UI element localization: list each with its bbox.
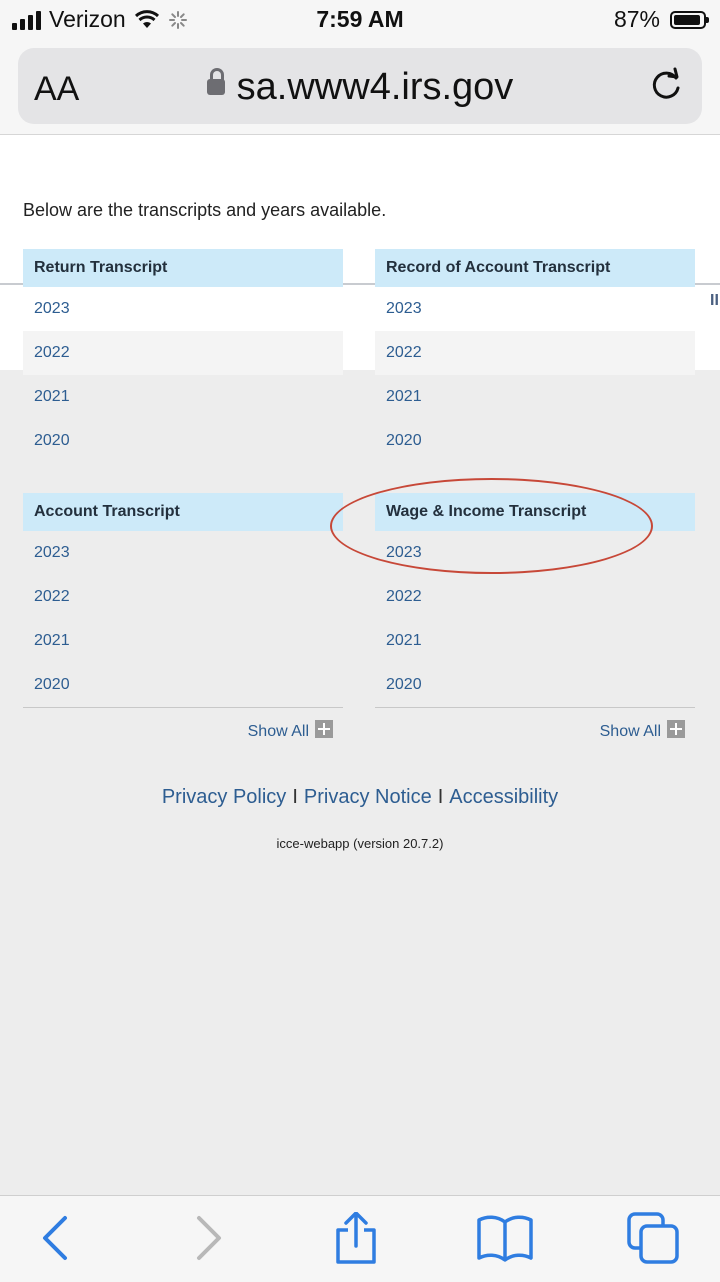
version-text: icce-webapp (version 20.7.2) bbox=[276, 836, 444, 851]
year-link-2021[interactable]: 2021 bbox=[23, 619, 343, 663]
browser-top-bar: AA sa.www4.irs.gov bbox=[0, 40, 720, 135]
year-link-2023[interactable]: 2023 bbox=[375, 287, 695, 331]
year-link-2020[interactable]: 2020 bbox=[23, 419, 343, 463]
footer-links: Privacy Policy I Privacy Notice I Accessibil… bbox=[0, 786, 720, 809]
back-icon[interactable] bbox=[27, 1212, 83, 1264]
plus-icon bbox=[667, 720, 685, 738]
accessibility-link[interactable]: Accessibility bbox=[449, 786, 558, 808]
intro-text: Below are the transcripts and years avai… bbox=[23, 200, 387, 220]
divider bbox=[375, 707, 695, 708]
divider bbox=[23, 707, 343, 708]
footer-separator: I bbox=[437, 786, 444, 808]
highlight-ellipse bbox=[330, 478, 653, 574]
footer-separator: I bbox=[292, 786, 298, 808]
year-link-2021[interactable]: 2021 bbox=[23, 375, 343, 419]
panel-title: Record of Account Transcript bbox=[375, 249, 695, 287]
year-link-2021[interactable]: 2021 bbox=[375, 619, 695, 663]
reload-icon[interactable] bbox=[646, 66, 686, 106]
privacy-policy-link[interactable]: Privacy Policy bbox=[162, 786, 286, 808]
year-list: 2023 2022 2021 2020 bbox=[375, 287, 695, 463]
year-link-2020[interactable]: 2020 bbox=[23, 663, 343, 707]
browser-toolbar bbox=[0, 1195, 720, 1282]
bookmarks-icon[interactable] bbox=[477, 1212, 533, 1264]
record-of-account-panel: Record of Account Transcript 2023 2022 2… bbox=[375, 249, 695, 463]
show-all-button[interactable]: Show All bbox=[375, 720, 695, 741]
status-right: 87% bbox=[613, 6, 709, 33]
year-link-2022[interactable]: 2022 bbox=[23, 331, 343, 375]
year-list: 2023 2022 2021 2020 bbox=[23, 531, 343, 707]
url-text: sa.www4.irs.gov bbox=[236, 66, 514, 108]
year-link-2021[interactable]: 2021 bbox=[375, 375, 695, 419]
year-list: 2023 2022 2021 2020 bbox=[23, 287, 343, 463]
year-link-2020[interactable]: 2020 bbox=[375, 419, 695, 463]
tabs-icon[interactable] bbox=[626, 1212, 682, 1264]
battery-percent: 87% bbox=[613, 6, 660, 32]
url-display[interactable]: sa.www4.irs.gov bbox=[18, 66, 702, 109]
share-icon[interactable] bbox=[328, 1212, 384, 1264]
year-link-2023[interactable]: 2023 bbox=[23, 287, 343, 331]
year-link-2023[interactable]: 2023 bbox=[23, 531, 343, 575]
show-all-label: Show All bbox=[247, 723, 309, 740]
year-link-2022[interactable]: 2022 bbox=[375, 575, 695, 619]
edge-mark: II bbox=[710, 292, 719, 309]
forward-icon[interactable] bbox=[181, 1212, 237, 1264]
panel-title: Account Transcript bbox=[23, 493, 343, 531]
year-link-2020[interactable]: 2020 bbox=[375, 663, 695, 707]
address-bar[interactable]: AA sa.www4.irs.gov bbox=[18, 48, 702, 124]
status-time: 7:59 AM bbox=[316, 6, 404, 32]
privacy-notice-link[interactable]: Privacy Notice bbox=[304, 786, 432, 808]
lock-icon bbox=[206, 67, 225, 95]
account-transcript-panel: Account Transcript 2023 2022 2021 2020 S… bbox=[23, 493, 343, 741]
return-transcript-panel: Return Transcript 2023 2022 2021 2020 bbox=[23, 249, 343, 463]
show-all-label: Show All bbox=[599, 723, 661, 740]
status-bar: Verizon 7:59 AM 87% bbox=[0, 0, 720, 40]
plus-icon bbox=[315, 720, 333, 738]
year-link-2022[interactable]: 2022 bbox=[375, 331, 695, 375]
year-link-2022[interactable]: 2022 bbox=[23, 575, 343, 619]
battery-icon bbox=[670, 10, 709, 29]
show-all-button[interactable]: Show All bbox=[23, 720, 343, 741]
panel-title: Return Transcript bbox=[23, 249, 343, 287]
